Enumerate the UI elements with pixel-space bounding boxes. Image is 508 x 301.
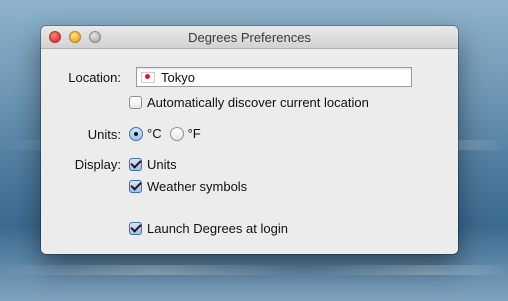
location-value: Tokyo <box>161 69 195 85</box>
units-label: Units: <box>87 127 121 142</box>
fahrenheit-radio[interactable] <box>169 126 184 141</box>
display-units-label: Units <box>147 157 177 172</box>
location-field[interactable]: Tokyo <box>136 67 412 87</box>
window-title: Degrees Preferences <box>188 30 311 45</box>
auto-discover-label: Automatically discover current location <box>147 95 369 110</box>
auto-discover-row[interactable]: Automatically discover current location <box>129 95 369 110</box>
launch-at-login-label: Launch Degrees at login <box>147 221 288 236</box>
celsius-label: °C <box>147 126 162 141</box>
japan-flag-icon <box>141 71 155 83</box>
display-units-checkbox[interactable] <box>129 158 142 171</box>
units-radio-group: °C °F <box>129 126 201 141</box>
celsius-radio[interactable] <box>129 126 143 141</box>
launch-at-login-checkbox[interactable] <box>129 222 142 235</box>
weather-symbols-row[interactable]: Weather symbols <box>129 179 247 194</box>
fahrenheit-label: °F <box>187 126 201 141</box>
background-wave <box>0 265 508 275</box>
auto-discover-checkbox[interactable] <box>129 96 142 109</box>
weather-symbols-checkbox[interactable] <box>129 180 142 193</box>
weather-symbols-label: Weather symbols <box>147 179 248 194</box>
celsius-option[interactable]: °C <box>129 126 162 141</box>
display-label: Display: <box>74 157 121 172</box>
title-bar[interactable]: Degrees Preferences <box>41 26 458 49</box>
preferences-content: Location: Tokyo Automatically discover c… <box>41 49 458 254</box>
location-label: Location: <box>68 70 121 85</box>
preferences-window: Degrees Preferences Location: Tokyo Auto… <box>41 26 458 254</box>
fahrenheit-option[interactable]: °F <box>169 126 201 141</box>
launch-at-login-row[interactable]: Launch Degrees at login <box>129 221 288 236</box>
display-units-row[interactable]: Units <box>129 157 177 172</box>
